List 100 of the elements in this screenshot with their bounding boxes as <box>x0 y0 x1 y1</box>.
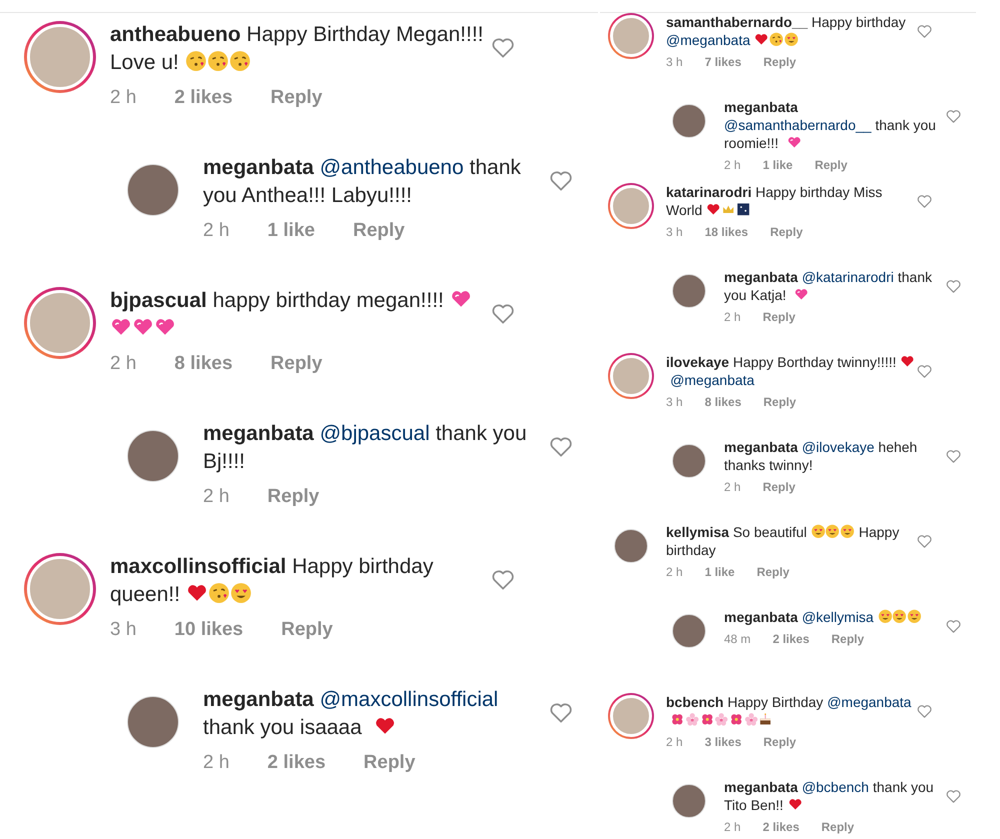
comment-text: bjpascual happy birthday megan!!!! <box>110 287 490 343</box>
mention-link[interactable]: @antheabueno <box>320 156 464 179</box>
username-link[interactable]: meganbata <box>203 688 314 711</box>
likes-count[interactable]: 2 likes <box>267 752 326 774</box>
heart-eyes-emoji-icon <box>892 609 908 624</box>
avatar-placeholder[interactable] <box>127 430 179 482</box>
heart-eyes-emoji-icon <box>907 609 922 624</box>
heart-like-icon[interactable] <box>916 703 933 720</box>
reply-button[interactable]: Reply <box>814 158 848 172</box>
likes-count[interactable]: 10 likes <box>174 619 244 641</box>
username-link[interactable]: kellymisa <box>666 524 730 540</box>
username-link[interactable]: meganbata <box>724 779 798 795</box>
username-link[interactable]: maxcollinsofficial <box>110 555 286 578</box>
mention-link[interactable]: @samanthabernardo__ <box>724 117 872 133</box>
mention-link[interactable]: @bcbench <box>802 779 869 795</box>
reply-button[interactable]: Reply <box>763 395 796 409</box>
username-link[interactable]: meganbata <box>724 269 798 285</box>
comment-text: kellymisa So beautiful Happy birthday <box>666 523 900 559</box>
username-link[interactable]: bjpascual <box>110 289 207 312</box>
username-link[interactable]: meganbata <box>724 439 798 455</box>
reply-button[interactable]: Reply <box>270 353 322 375</box>
reply-button[interactable]: Reply <box>756 565 790 579</box>
reply-button[interactable]: Reply <box>762 480 796 494</box>
heart-like-icon[interactable] <box>916 533 933 550</box>
heart-like-icon[interactable] <box>916 193 933 210</box>
username-link[interactable]: samanthabernardo__ <box>666 14 808 30</box>
comment-text: maxcollinsofficial Happy birthday queen!! <box>110 554 434 608</box>
username-link[interactable]: meganbata <box>724 99 798 115</box>
mention-link[interactable]: @meganbata <box>670 372 754 388</box>
mention-link[interactable]: @kellymisa <box>802 609 874 625</box>
likes-count[interactable]: 2 likes <box>772 632 810 646</box>
kiss-emoji-icon <box>206 50 229 72</box>
avatar-placeholder[interactable] <box>672 784 706 818</box>
likes-count[interactable]: 2 likes <box>174 87 233 109</box>
reply-button[interactable]: Reply <box>763 735 796 749</box>
reply-button[interactable]: Reply <box>270 87 322 109</box>
mention-link[interactable]: @bjpascual <box>320 422 430 445</box>
username-link[interactable]: ilovekaye <box>666 354 730 370</box>
reply-button[interactable]: Reply <box>762 310 796 324</box>
comment-time: 2 h <box>666 735 683 749</box>
avatar-placeholder[interactable] <box>672 614 706 648</box>
flower-emoji-icon <box>670 712 685 728</box>
heart-like-icon[interactable] <box>945 278 962 295</box>
comment-time: 2 h <box>203 486 230 508</box>
kiss-emoji-icon <box>769 32 784 48</box>
avatar-placeholder[interactable] <box>127 696 179 748</box>
reply-button[interactable]: Reply <box>831 632 864 646</box>
avatar-placeholder <box>610 695 652 737</box>
likes-count[interactable]: 2 likes <box>762 820 800 834</box>
heart-eyes-emoji-icon <box>784 32 799 48</box>
mention-link[interactable]: @katarinarodri <box>802 269 894 285</box>
mention-link[interactable]: @maxcollinsofficial <box>320 688 498 711</box>
mention-link[interactable]: @meganbata <box>827 694 912 710</box>
username-link[interactable]: meganbata <box>724 609 798 625</box>
reply-button[interactable]: Reply <box>352 220 405 242</box>
comment-text: meganbata @samanthabernardo__ thank you roomie!!! <box>724 98 937 152</box>
mention-link[interactable]: @meganbata <box>666 32 750 48</box>
likes-count[interactable]: 18 likes <box>704 225 748 239</box>
reply-button[interactable]: Reply <box>281 619 333 641</box>
story-ring[interactable] <box>608 353 654 399</box>
heart-like-icon[interactable] <box>916 23 933 40</box>
heart-emoji-icon <box>786 135 802 150</box>
avatar-placeholder[interactable] <box>127 164 179 216</box>
username-link[interactable]: meganbata <box>203 156 314 179</box>
reply-button[interactable]: Reply <box>267 486 320 508</box>
avatar-placeholder[interactable] <box>672 104 706 138</box>
username-link[interactable]: bcbench <box>666 694 724 710</box>
avatar-placeholder[interactable] <box>672 444 706 478</box>
heart-like-icon[interactable] <box>945 618 962 635</box>
avatar-placeholder <box>610 15 652 57</box>
heart-like-icon[interactable] <box>945 108 962 125</box>
likes-count[interactable]: 8 likes <box>704 395 742 409</box>
mention-link[interactable]: @ilovekaye <box>802 439 874 455</box>
avatar-placeholder[interactable] <box>614 529 648 563</box>
reply-button[interactable]: Reply <box>763 55 796 69</box>
username-link[interactable]: antheabueno <box>110 23 241 46</box>
story-ring[interactable] <box>608 693 654 739</box>
likes-count[interactable]: 1 like <box>704 565 735 579</box>
reply-button[interactable]: Reply <box>364 752 416 774</box>
username-link[interactable]: katarinarodri <box>666 184 752 200</box>
likes-count[interactable]: 8 likes <box>174 353 233 375</box>
reply-button[interactable]: Reply <box>770 225 803 239</box>
story-ring[interactable] <box>608 13 654 59</box>
heart-emoji-icon <box>794 287 810 302</box>
flower-emoji-icon <box>728 712 744 728</box>
avatar-placeholder[interactable] <box>672 274 706 308</box>
night-sky-emoji-icon <box>736 202 750 218</box>
blossom-emoji-icon <box>714 712 729 728</box>
likes-count[interactable]: 1 like <box>762 158 793 172</box>
username-link[interactable]: meganbata <box>203 422 314 445</box>
likes-count[interactable]: 1 like <box>267 220 315 242</box>
likes-count[interactable]: 7 likes <box>704 55 742 69</box>
likes-count[interactable]: 3 likes <box>704 735 742 749</box>
comment-time: 2 h <box>724 310 741 324</box>
heart-like-icon[interactable] <box>945 448 962 465</box>
heart-like-icon[interactable] <box>916 363 933 380</box>
heart-like-icon[interactable] <box>945 788 962 805</box>
heart-eyes-emoji-icon <box>810 524 826 540</box>
reply-button[interactable]: Reply <box>821 820 854 834</box>
story-ring[interactable] <box>608 183 654 229</box>
